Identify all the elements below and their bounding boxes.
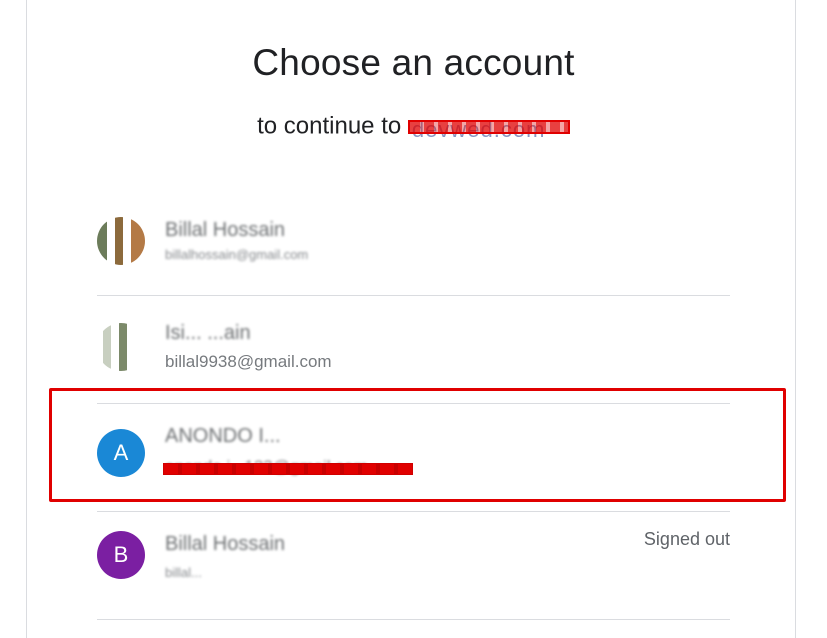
subtitle: to continue to devwed.com [0, 112, 827, 142]
page-title: Choose an account [252, 42, 575, 83]
account-name: Billal Hossain [165, 533, 286, 555]
signed-out-label: Signed out [643, 529, 730, 549]
subtitle-prefix: to continue to [257, 112, 402, 140]
account-email: billal... [165, 565, 202, 580]
highlight-annotation [49, 388, 786, 502]
account-item[interactable]: Billal Hossain billalhossain@gmail.com [97, 187, 730, 296]
account-avatar: B [97, 531, 145, 579]
redaction-mark [407, 119, 570, 134]
account-email: billal9938@gmail.com [165, 352, 332, 371]
account-item[interactable]: B Billal Hossain billal... Signed out [97, 511, 730, 620]
account-name: Isi... ...ain [165, 322, 251, 344]
account-email: billalhossain@gmail.com [165, 247, 309, 262]
account-avatar [97, 217, 145, 265]
account-name: Billal Hossain [165, 219, 286, 241]
account-avatar [97, 323, 145, 371]
redacted-site-name: devwed.com [407, 115, 570, 142]
